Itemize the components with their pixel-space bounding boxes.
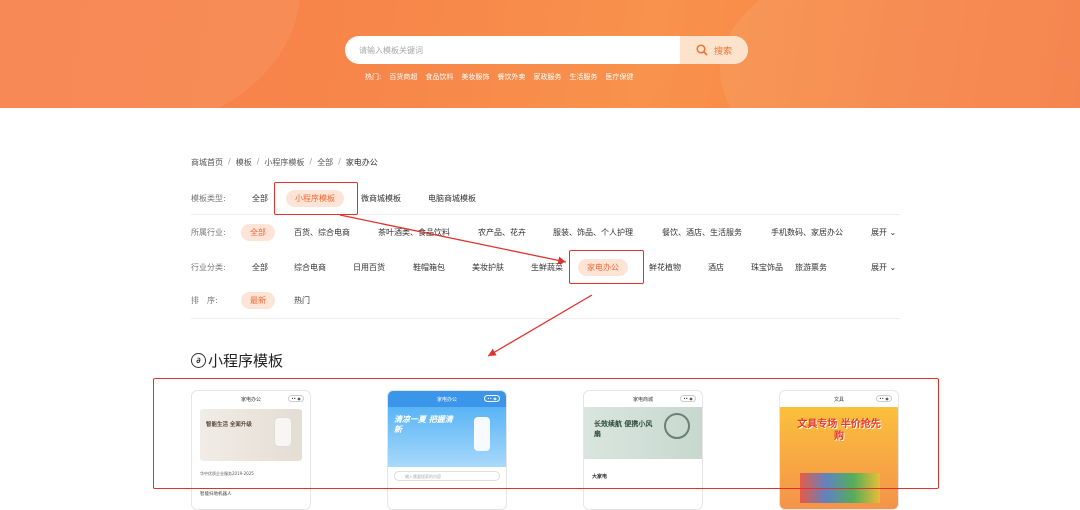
hot-keywords: 热门: 百货商超 食品饮料 美妆服饰 餐饮外卖 家政服务 生活服务 医疗保健 — [365, 72, 633, 82]
section-heading: ∂ 小程序模板 — [191, 350, 283, 371]
filter-option[interactable]: 微商城模板 — [361, 193, 401, 204]
filter-option[interactable]: 美妆护肤 — [472, 262, 504, 273]
filter-option[interactable]: 手机数码、家居办公 — [771, 227, 843, 238]
breadcrumb-separator: / — [309, 157, 313, 166]
hot-keyword[interactable]: 医疗保健 — [605, 72, 633, 82]
hot-keyword[interactable]: 生活服务 — [569, 72, 597, 82]
annotation-highlight — [153, 378, 939, 489]
filter-industry: 所属行业: 全部 百货、综合电商 茶叶酒类、食品饮料 农产品、花卉 服装、饰品、… — [191, 222, 900, 242]
expand-label: 展开 — [871, 227, 887, 237]
filter-category: 行业分类: 全部 综合电商 日用百货 鞋帽箱包 美妆护肤 生鲜蔬菜 家电办公 鲜… — [191, 257, 900, 277]
annotation-highlight — [569, 250, 644, 284]
breadcrumb-item[interactable]: 商城首页 — [191, 157, 223, 168]
divider — [191, 318, 900, 319]
filter-option[interactable]: 鲜花植物 — [649, 262, 681, 273]
mini-program-icon: ∂ — [191, 353, 206, 368]
annotation-highlight — [274, 182, 358, 215]
search-input[interactable] — [359, 43, 659, 57]
filter-option[interactable]: 餐饮、酒店、生活服务 — [662, 227, 742, 238]
hot-keyword[interactable]: 食品饮料 — [425, 72, 453, 82]
filter-option[interactable]: 百货、综合电商 — [294, 227, 350, 238]
filter-option[interactable]: 服装、饰品、个人护理 — [553, 227, 633, 238]
expand-button[interactable]: 展开 ⌄ — [871, 262, 896, 273]
sort-option[interactable]: 热门 — [294, 295, 310, 306]
filter-option[interactable]: 鞋帽箱包 — [413, 262, 445, 273]
chevron-down-icon: ⌄ — [889, 262, 897, 272]
filter-option[interactable]: 全部 — [252, 193, 268, 204]
filter-option[interactable]: 生鲜蔬菜 — [531, 262, 563, 273]
filter-label: 排 序: — [191, 295, 218, 305]
filter-label: 所属行业: — [191, 227, 226, 237]
card-footer: 智能扫地机器人 — [200, 492, 232, 497]
search-button[interactable]: 搜索 — [680, 36, 748, 64]
filter-label: 行业分类: — [191, 262, 226, 272]
filter-option[interactable]: 日用百货 — [353, 262, 385, 273]
expand-button[interactable]: 展开 ⌄ — [871, 227, 896, 238]
breadcrumb-item[interactable]: 模板 — [236, 157, 252, 168]
filter-label: 模板类型: — [191, 193, 226, 203]
hot-label: 热门: — [365, 73, 382, 81]
breadcrumb: 商城首页 / 模板 / 小程序模板 / 全部 / 家电办公 — [191, 157, 378, 168]
filter-option[interactable]: 电脑商城模板 — [428, 193, 476, 204]
banner-decoration — [0, 0, 300, 108]
section-title: 小程序模板 — [208, 352, 284, 370]
hot-keyword[interactable]: 餐饮外卖 — [497, 72, 525, 82]
filter-option-active[interactable]: 全部 — [241, 223, 275, 241]
filter-option[interactable]: 珠宝饰品 — [751, 262, 783, 273]
breadcrumb-current: 家电办公 — [345, 158, 378, 167]
search-icon — [696, 44, 708, 56]
breadcrumb-separator: / — [256, 157, 260, 166]
search-button-label: 搜索 — [713, 46, 732, 57]
filter-option[interactable]: 综合电商 — [294, 262, 326, 273]
breadcrumb-separator: / — [338, 157, 341, 166]
banner-decoration — [720, 0, 1080, 108]
chevron-down-icon: ⌄ — [889, 227, 897, 237]
filter-option[interactable]: 全部 — [252, 262, 268, 273]
hot-keyword[interactable]: 百货商超 — [389, 72, 417, 82]
filter-option[interactable]: 茶叶酒类、食品饮料 — [378, 227, 450, 238]
sort-option-active[interactable]: 最新 — [241, 291, 275, 309]
breadcrumb-item[interactable]: 小程序模板 — [264, 157, 304, 168]
filter-option[interactable]: 酒店 — [708, 262, 724, 273]
header-banner: 搜索 热门: 百货商超 食品饮料 美妆服饰 餐饮外卖 家政服务 生活服务 医疗保… — [0, 0, 1080, 108]
filter-option[interactable]: 旅游票务 — [795, 262, 827, 273]
hot-keyword[interactable]: 美妆服饰 — [461, 72, 489, 82]
breadcrumb-item[interactable]: 全部 — [317, 157, 333, 168]
filter-sort: 排 序: 最新 热门 — [191, 290, 900, 310]
breadcrumb-separator: / — [228, 157, 231, 166]
filter-option[interactable]: 农产品、花卉 — [478, 227, 526, 238]
search-bar: 搜索 — [345, 36, 748, 64]
hot-keyword[interactable]: 家政服务 — [533, 72, 561, 82]
expand-label: 展开 — [871, 262, 887, 272]
